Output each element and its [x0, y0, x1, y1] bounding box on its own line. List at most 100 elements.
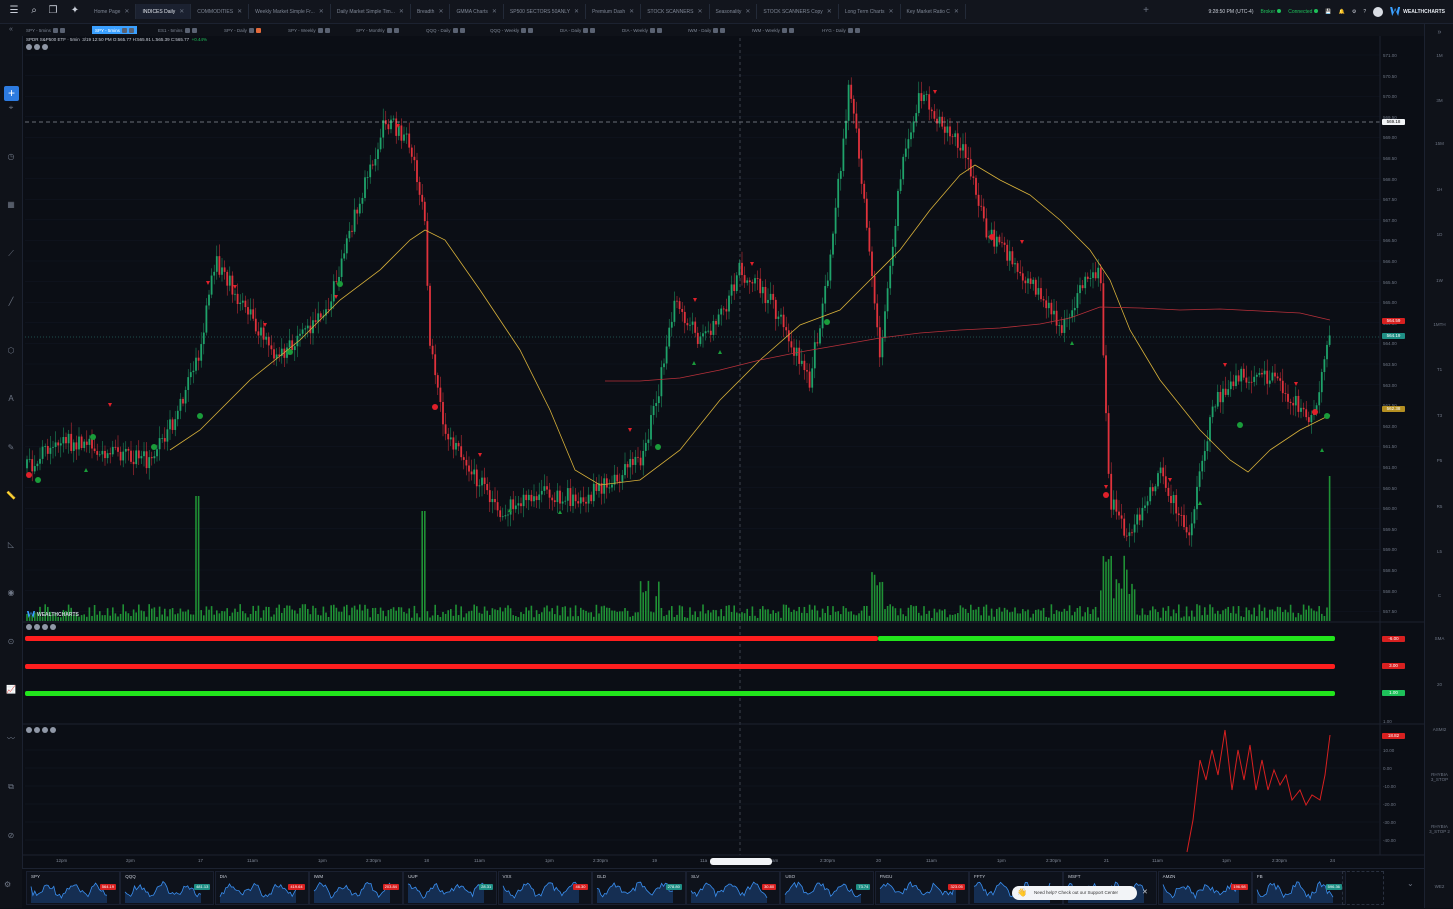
oscillator-tick-label: 10.00 [1383, 748, 1395, 753]
watchlist-card[interactable]: FNGU 323.05 [874, 871, 969, 905]
watchlist-card[interactable]: VXX 46.30 [497, 871, 592, 905]
support-text: Need help? Check out our Support Center [1034, 890, 1119, 895]
ma-price-label: 562.38 [1382, 406, 1405, 412]
watchlist-card[interactable]: SLV 30.80 [686, 871, 781, 905]
watchlist-price: 196.98 [1231, 884, 1248, 890]
watchlist-strip: SPY 564.19 QQQ 481.13 DIA 419.64 IWM 203.84 UUP 2… [22, 868, 1424, 909]
legend-change: +0.44% [191, 37, 208, 42]
time-tick-label: 11am [474, 858, 485, 863]
watchlist-card[interactable]: AMZN 196.98 [1157, 871, 1252, 905]
price-tick-label: 569.00 [1383, 135, 1397, 141]
add-watchlist-slot[interactable] [1342, 871, 1384, 905]
indicator-3-label: 1.00 [1382, 690, 1405, 696]
moving-average-line [169, 164, 1331, 486]
watchlist-price: 323.05 [948, 884, 965, 890]
price-tick-label: 567.00 [1383, 217, 1397, 223]
watchlist-card[interactable]: IWM 203.84 [308, 871, 403, 905]
watchlist-price: 596.36 [1325, 884, 1342, 890]
price-tick-label: 571.00 [1383, 53, 1397, 58]
time-tick-label: 1pm [545, 858, 554, 863]
oscillator-tick-label: -20.00 [1383, 802, 1396, 807]
watchlist-price: 481.13 [194, 884, 211, 890]
price-tick-label: 566.50 [1383, 238, 1397, 244]
time-tick-label: 11am [926, 858, 937, 863]
watchlist-card[interactable]: GLD 278.80 [591, 871, 686, 905]
price-tick-label: 566.00 [1383, 259, 1397, 264]
volume-bars [26, 476, 1331, 621]
price-tick-label: 562.00 [1383, 423, 1397, 429]
legend-controls[interactable] [26, 44, 207, 50]
time-scrollbar[interactable] [710, 858, 772, 865]
price-tick-label: 561.00 [1383, 465, 1397, 470]
time-tick-label: 17 [198, 858, 204, 863]
watchlist-price: 73.74 [856, 884, 871, 890]
indicator-1-label: -6.00 [1382, 636, 1405, 642]
wave-hand-icon: 👋 [1017, 888, 1027, 897]
time-tick-label: 2:30pm [366, 858, 382, 863]
oscillator-grid [25, 749, 1380, 841]
price-tick-label: 563.50 [1383, 362, 1397, 367]
time-tick-label: 18 [424, 858, 430, 863]
time-tick-label: 11a [700, 858, 708, 863]
watchlist-price: 28.31 [479, 884, 494, 890]
time-tick-label: 2pm [126, 858, 135, 863]
price-tick-label: 558.50 [1383, 568, 1397, 573]
time-tick-label: 11am [1152, 858, 1163, 863]
indicator-2-label: 3.00 [1382, 663, 1405, 669]
oscillator-line [1186, 729, 1331, 853]
time-tick-label: 24 [1330, 858, 1336, 863]
time-tick-label: 1pm [318, 858, 327, 863]
price-tick-label: 570.50 [1383, 73, 1397, 79]
chart-canvas[interactable] [0, 0, 1453, 908]
watchlist-card[interactable]: FB 596.36 [1251, 871, 1346, 905]
candlesticks [26, 77, 1331, 548]
current-price-label: 564.19 [1382, 333, 1405, 339]
watchlist-card[interactable]: DIA 419.64 [214, 871, 309, 905]
support-toast[interactable]: 👋 Need help? Check out our Support Cente… [1012, 886, 1148, 900]
chart-legend: SPDR S&P500 ETF · 5min 3/19 12:50 PM O:5… [26, 37, 207, 50]
price-tick-label: 565.50 [1383, 279, 1397, 285]
long-moving-average-line [605, 306, 1331, 382]
time-tick-label: 2:30pm [820, 858, 836, 863]
oscillator-tick-label: -40.00 [1383, 838, 1396, 843]
legend-symbol: SPDR S&P500 ETF · 5min [26, 37, 80, 42]
close-icon[interactable]: ✕ [1142, 886, 1148, 900]
watchlist-card[interactable]: UUP 28.31 [403, 871, 498, 905]
time-tick-label: 19 [652, 858, 658, 863]
price-tick-label: 570.00 [1383, 94, 1397, 100]
time-tick-label: 20 [876, 858, 882, 863]
chart-grid [25, 54, 1380, 612]
watchlist-card[interactable]: USO 73.74 [780, 871, 875, 905]
expand-watchlist-icon[interactable]: ⌄ [1407, 879, 1414, 888]
trend-bar-1-red [25, 636, 878, 641]
time-tick-label: 21 [1104, 858, 1110, 863]
oscillator-tick-label: 0.00 [1383, 766, 1392, 771]
oscillator-tick-label: -30.00 [1383, 820, 1396, 825]
oscillator-value-label: 18.82 [1382, 733, 1405, 739]
price-tick-label: 568.50 [1383, 156, 1397, 161]
watchlist-settings-icon[interactable]: ⚙ [4, 880, 18, 892]
watchlist-card[interactable]: QQQ 481.13 [120, 871, 215, 905]
oscillator-tick-label: 1.00 [1383, 719, 1392, 724]
time-tick-label: 1pm [1222, 858, 1231, 863]
time-tick-label: 2:30pm [593, 858, 609, 863]
watchlist-price: 564.19 [99, 884, 116, 890]
price-tick-label: 567.50 [1383, 197, 1397, 203]
time-tick-label: 11am [247, 858, 258, 863]
price-tick-label: 564.00 [1383, 341, 1397, 347]
trend-bar-2 [25, 664, 1335, 669]
price-tick-label: 560.00 [1383, 506, 1397, 512]
watchlist-card[interactable]: SPY 564.19 [26, 871, 120, 905]
price-tick-label: 558.00 [1383, 588, 1397, 594]
watchlist-price: 419.64 [288, 884, 305, 890]
oscillator-pane-controls[interactable] [26, 727, 56, 733]
oscillator-tick-label: -10.00 [1383, 784, 1396, 789]
indicator-pane-controls[interactable] [26, 624, 56, 630]
watchlist-price: 278.80 [665, 884, 682, 890]
chart-watermark: WEALTHCHARTS [27, 611, 79, 618]
price-tick-label: 568.00 [1383, 176, 1397, 182]
time-tick-label: 2:30pm [1272, 858, 1288, 863]
price-tick-label: 559.50 [1383, 526, 1397, 532]
price-tick-label: 559.00 [1383, 547, 1397, 553]
price-tick-label: 561.50 [1383, 444, 1397, 450]
